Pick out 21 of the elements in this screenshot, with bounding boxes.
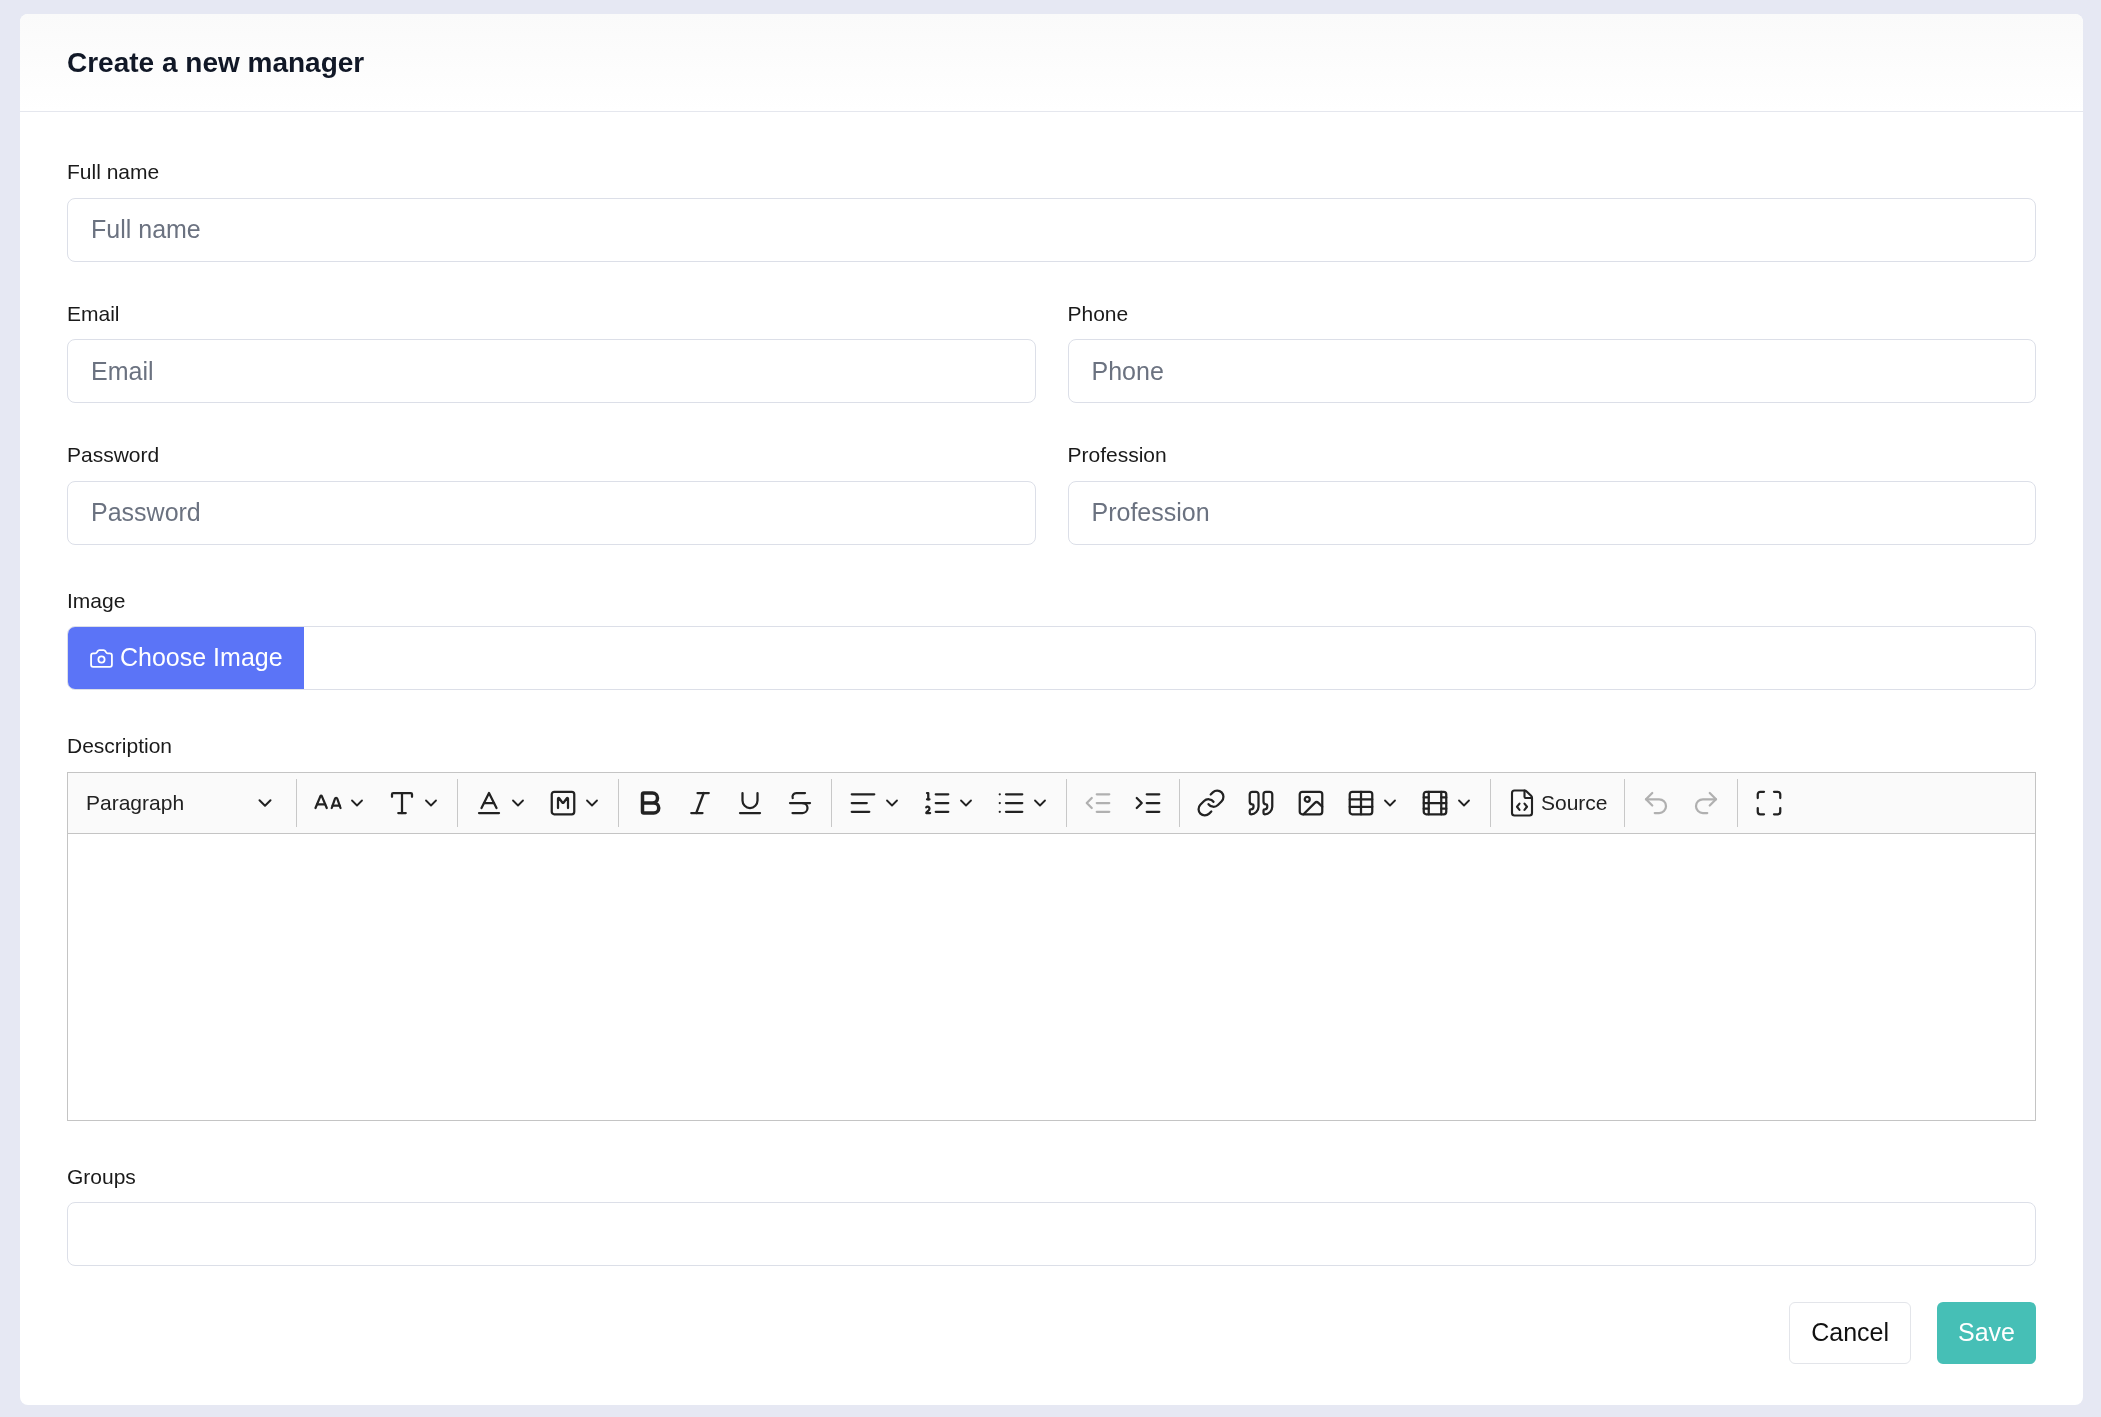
input-field[interactable]: Email <box>67 339 1036 403</box>
field-label: Groups <box>67 1163 137 1190</box>
field-label: Profession <box>1067 442 1168 468</box>
field-label: Email <box>67 300 121 327</box>
input-field[interactable]: Password <box>67 480 1036 545</box>
input-field[interactable]: Profession <box>1067 480 2036 545</box>
link-icon <box>1196 787 1226 818</box>
field-label: Description <box>67 733 174 759</box>
input-field[interactable]: Phone <box>1067 339 2036 403</box>
file-input[interactable]: Choose Image <box>67 626 2036 690</box>
cancel-button[interactable]: Cancel <box>1789 1302 1911 1364</box>
field-label: Phone <box>1067 300 1130 327</box>
paragraph-dropdown[interactable]: Paragraph <box>72 778 290 827</box>
field-label: Image <box>67 587 127 614</box>
form-title: Create a new manager <box>67 45 365 80</box>
input-field[interactable]: Full name <box>67 197 2036 262</box>
source-button[interactable]: Source <box>1497 778 1618 827</box>
field-label: Full name <box>67 159 161 185</box>
choose-image-button[interactable]: Choose Image <box>68 627 304 689</box>
groups-field[interactable] <box>67 1202 2036 1266</box>
field-label: Password <box>67 442 161 468</box>
